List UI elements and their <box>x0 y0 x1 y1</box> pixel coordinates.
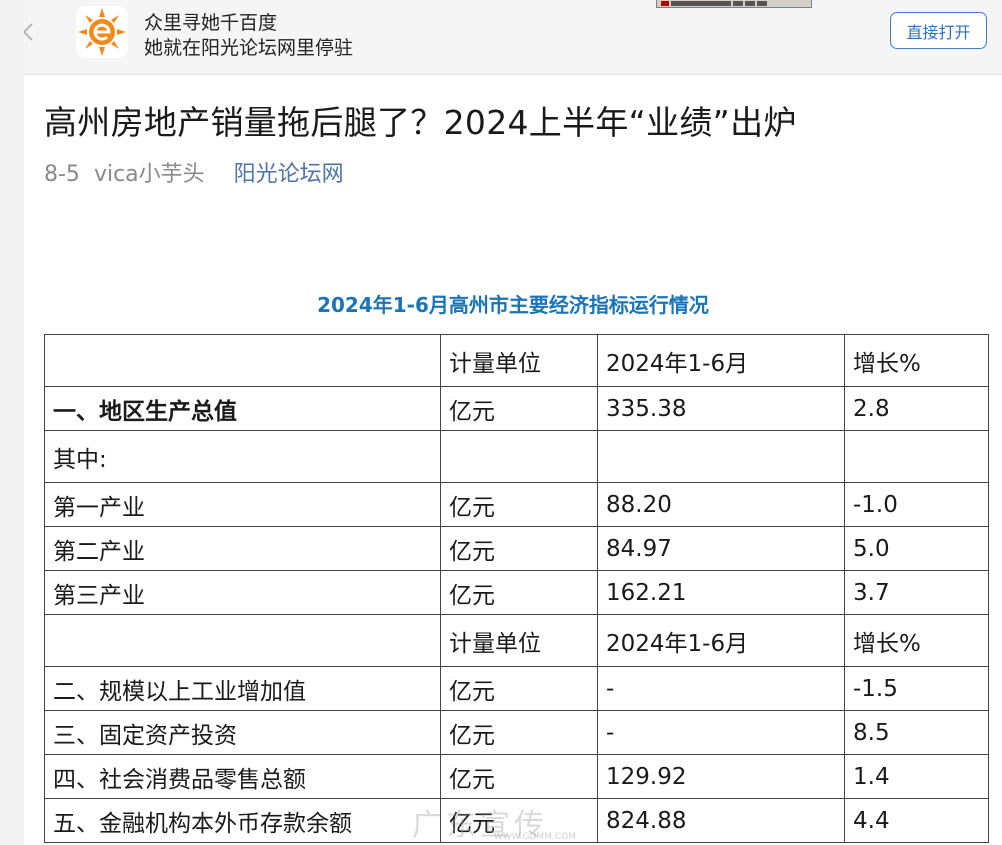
table-cell-unit: 计量单位 <box>440 614 598 667</box>
watermark-url: WWW.GDMM.COM <box>494 832 576 842</box>
table-cell-growth: 增长% <box>844 614 989 667</box>
economic-indicators-table: 计量单位 2024年1-6月 增长% 一、地区生产总值 亿元 335.38 2.… <box>44 334 989 843</box>
table-cell-unit: 亿元 <box>440 570 598 615</box>
table-cell-name: 五、金融机构本外币存款余额 <box>44 798 441 843</box>
article-meta: 8-5 vica小芋头 阳光论坛网 <box>44 156 344 188</box>
table-cell-unit: 亿元 <box>440 482 598 527</box>
table-row: 一、地区生产总值 亿元 335.38 2.8 <box>44 386 989 431</box>
table-cell-name: 第二产业 <box>44 526 441 571</box>
table-cell-unit: 亿元 <box>440 754 598 799</box>
open-app-button[interactable]: 直接打开 <box>890 12 987 49</box>
table-cell-name: 第一产业 <box>44 482 441 527</box>
table-cell-growth: 3.7 <box>844 570 989 615</box>
table-cell-value: 335.38 <box>597 386 845 431</box>
table-cell-value <box>597 430 845 483</box>
toolbar-fragment <box>656 0 812 8</box>
table-cell-name: 一、地区生产总值 <box>44 386 441 431</box>
table-cell-value: 2024年1-6月 <box>597 614 845 667</box>
table-cell-value: 129.92 <box>597 754 845 799</box>
sun-e-logo-icon <box>78 8 126 56</box>
article-title: 高州房地产销量拖后腿了？2024上半年“业绩”出炉 <box>44 103 797 142</box>
table-row: 第一产业 亿元 88.20 -1.0 <box>44 482 989 527</box>
table-cell-name: 第三产业 <box>44 570 441 615</box>
table-cell-value: 162.21 <box>597 570 845 615</box>
table-cell-name: 四、社会消费品零售总额 <box>44 754 441 799</box>
table-cell-unit: 亿元 <box>440 710 598 755</box>
table-cell-value: 88.20 <box>597 482 845 527</box>
app-download-banner: 众里寻她千百度 她就在阳光论坛网里停驻 直接打开 <box>24 0 1002 75</box>
table-cell-growth: 2.8 <box>844 386 989 431</box>
table-cell-unit <box>440 430 598 483</box>
table-header-row: 计量单位 2024年1-6月 增长% <box>44 334 989 387</box>
table-cell-value: 84.97 <box>597 526 845 571</box>
table-cell-name: 二、规模以上工业增加值 <box>44 666 441 711</box>
article-page: 众里寻她千百度 她就在阳光论坛网里停驻 直接打开 高州房地产销量拖后腿了？202… <box>24 0 1002 845</box>
table-cell-name: 三、固定资产投资 <box>44 710 441 755</box>
table-cell-unit: 亿元 <box>440 666 598 711</box>
table-cell-unit: 计量单位 <box>440 334 598 387</box>
table-cell-value: 824.88 <box>597 798 845 843</box>
table-cell-growth: 5.0 <box>844 526 989 571</box>
table-cell-name <box>44 614 441 667</box>
table-caption: 2024年1-6月高州市主要经济指标运行情况 <box>317 293 709 317</box>
table-cell-growth: 4.4 <box>844 798 989 843</box>
forum-link[interactable]: 阳光论坛网 <box>234 162 344 187</box>
banner-slogan-line2: 她就在阳光论坛网里停驻 <box>144 37 354 59</box>
table-cell-growth: 8.5 <box>844 710 989 755</box>
table-cell-growth: 1.4 <box>844 754 989 799</box>
table-row: 第三产业 亿元 162.21 3.7 <box>44 570 989 615</box>
table-cell-name: 其中: <box>44 430 441 483</box>
close-banner-button[interactable] <box>24 10 48 54</box>
article-date: 8-5 <box>44 162 80 187</box>
banner-slogan-line1: 众里寻她千百度 <box>144 12 278 34</box>
table-row: 二、规模以上工业增加值 亿元 - -1.5 <box>44 666 989 711</box>
table-row: 四、社会消费品零售总额 亿元 129.92 1.4 <box>44 754 989 799</box>
table-cell-value: - <box>597 710 845 755</box>
table-cell-growth: -1.5 <box>844 666 989 711</box>
table-cell-value: 2024年1-6月 <box>597 334 845 387</box>
table-cell-growth: 增长% <box>844 334 989 387</box>
table-row: 其中: <box>44 430 989 483</box>
table-row: 第二产业 亿元 84.97 5.0 <box>44 526 989 571</box>
table-cell-unit: 亿元 <box>440 526 598 571</box>
table-cell-growth <box>844 430 989 483</box>
table-row: 三、固定资产投资 亿元 - 8.5 <box>44 710 989 755</box>
table-cell-growth: -1.0 <box>844 482 989 527</box>
article-author[interactable]: vica小芋头 <box>94 162 205 187</box>
table-cell-unit: 亿元 <box>440 386 598 431</box>
app-logo <box>76 6 128 58</box>
close-icon <box>24 23 33 41</box>
table-cell-name <box>44 334 441 387</box>
table-cell-value: - <box>597 666 845 711</box>
table-header-row: 计量单位 2024年1-6月 增长% <box>44 614 989 667</box>
